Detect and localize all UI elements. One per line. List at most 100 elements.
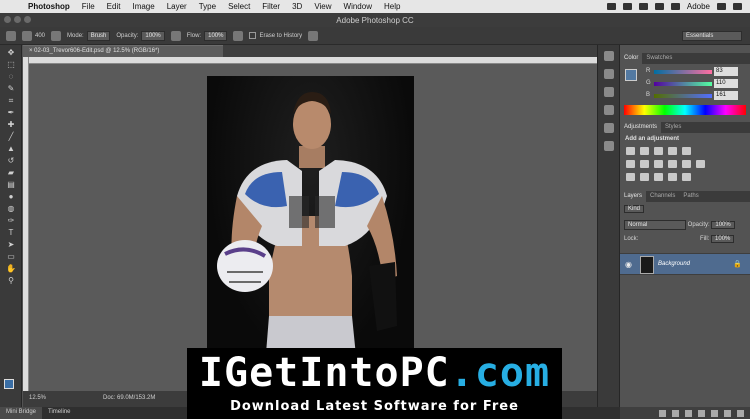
menu-view[interactable]: View: [314, 2, 331, 11]
menu-help[interactable]: Help: [384, 2, 400, 11]
threshold-icon[interactable]: [654, 173, 663, 181]
stamp-tool-icon[interactable]: ▲: [5, 144, 17, 153]
pressure-opacity-icon[interactable]: [170, 30, 181, 41]
erase-history-checkbox[interactable]: Erase to History: [249, 32, 302, 39]
menu-filter[interactable]: Filter: [262, 2, 280, 11]
screen-icon[interactable]: [606, 3, 616, 10]
battery-icon[interactable]: [670, 3, 680, 10]
layer-row-background[interactable]: ◉ Background 🔒: [620, 253, 750, 275]
brightness-icon[interactable]: [626, 147, 635, 155]
dodge-tool-icon[interactable]: ◍: [5, 204, 17, 213]
hand-tool-icon[interactable]: ✋: [5, 264, 17, 273]
link-layers-icon[interactable]: [659, 409, 666, 417]
tab-paths[interactable]: Paths: [679, 191, 702, 202]
invert-icon[interactable]: [626, 173, 635, 181]
fill-field[interactable]: 100%: [711, 235, 735, 243]
flow-field[interactable]: 100%: [204, 30, 228, 41]
posterize-icon[interactable]: [640, 173, 649, 181]
blend-mode-select[interactable]: Normal: [624, 220, 686, 230]
move-tool-icon[interactable]: ✥: [5, 48, 17, 57]
color-balance-icon[interactable]: [640, 160, 649, 168]
quick-select-tool-icon[interactable]: ✎: [5, 84, 17, 93]
wifi-icon[interactable]: [638, 3, 648, 10]
document-size[interactable]: Doc: 69.0M/153.2M: [103, 395, 155, 401]
spotlight-icon[interactable]: [717, 3, 726, 10]
adjustment-layer-icon[interactable]: [698, 409, 705, 417]
menu-type[interactable]: Type: [199, 2, 216, 11]
lasso-tool-icon[interactable]: ◌: [5, 72, 17, 81]
menu-3d[interactable]: 3D: [292, 2, 302, 11]
new-layer-icon[interactable]: [724, 409, 731, 417]
exposure-icon[interactable]: [668, 147, 677, 155]
eraser-tool-icon[interactable]: [6, 30, 16, 41]
history-icon[interactable]: [603, 51, 614, 61]
close-button[interactable]: [4, 16, 11, 23]
blue-slider[interactable]: [654, 94, 712, 98]
shape-tool-icon[interactable]: ▭: [5, 252, 17, 261]
document-canvas[interactable]: [29, 64, 597, 391]
menu-edit[interactable]: Edit: [107, 2, 121, 11]
brush-presets-icon[interactable]: [603, 123, 614, 133]
brush-size-picker[interactable]: 400: [22, 30, 45, 41]
group-folder-icon[interactable]: [711, 409, 718, 417]
football-player-photo[interactable]: [207, 76, 414, 366]
menu-image[interactable]: Image: [132, 2, 154, 11]
color-foreground-swatch[interactable]: [625, 69, 637, 81]
curves-icon[interactable]: [654, 147, 663, 155]
airbrush-icon[interactable]: [233, 30, 244, 41]
blue-value[interactable]: 161: [714, 91, 738, 100]
tab-adjustments[interactable]: Adjustments: [620, 122, 662, 133]
workspace-select[interactable]: Essentials: [682, 31, 742, 41]
red-value[interactable]: 83: [714, 67, 738, 76]
green-slider[interactable]: [654, 82, 712, 86]
tab-timeline[interactable]: Timeline: [42, 407, 76, 419]
opacity-field[interactable]: 100%: [141, 30, 165, 41]
mode-select[interactable]: Brush: [86, 30, 111, 41]
lock-icon[interactable]: 🔒: [733, 260, 742, 268]
mask-icon[interactable]: [685, 409, 692, 417]
tab-mini-bridge[interactable]: Mini Bridge: [0, 407, 43, 419]
menu-layer[interactable]: Layer: [167, 2, 187, 11]
character-icon[interactable]: [603, 141, 614, 151]
type-tool-icon[interactable]: T: [5, 228, 17, 237]
red-slider[interactable]: [654, 70, 712, 74]
eyedropper-tool-icon[interactable]: ✒: [5, 108, 17, 117]
pen-tool-icon[interactable]: ✑: [5, 216, 17, 225]
color-spectrum[interactable]: [624, 105, 746, 115]
zoom-level[interactable]: 12.5%: [29, 395, 46, 401]
healing-tool-icon[interactable]: ✚: [5, 120, 17, 129]
document-tab[interactable]: × 02-03_Trevor606-Edit.psd @ 12.5% (RGB/…: [23, 45, 223, 57]
gradient-map-icon[interactable]: [668, 173, 677, 181]
crop-tool-icon[interactable]: ⌗: [5, 96, 17, 105]
layer-opacity-field[interactable]: 100%: [711, 221, 735, 229]
channel-mixer-icon[interactable]: [682, 160, 691, 168]
volume-icon[interactable]: [654, 3, 664, 10]
actions-icon[interactable]: [603, 69, 614, 79]
brush-tool-icon[interactable]: ╱: [5, 132, 17, 141]
black-white-icon[interactable]: [654, 160, 663, 168]
zoom-button[interactable]: [24, 16, 31, 23]
tab-layers[interactable]: Layers: [620, 191, 647, 202]
blur-tool-icon[interactable]: ●: [5, 192, 17, 201]
foreground-color[interactable]: [4, 379, 14, 389]
gradient-tool-icon[interactable]: ▤: [5, 180, 17, 189]
color-swatches[interactable]: [4, 379, 19, 394]
levels-icon[interactable]: [640, 147, 649, 155]
marquee-tool-icon[interactable]: ⬚: [5, 60, 17, 69]
properties-icon[interactable]: [603, 87, 614, 97]
visibility-eye-icon[interactable]: ◉: [625, 260, 632, 269]
menubar-user[interactable]: Adobe: [687, 2, 710, 11]
info-icon[interactable]: [603, 105, 614, 115]
pressure-size-icon[interactable]: [308, 30, 319, 41]
bluetooth-icon[interactable]: [622, 3, 632, 10]
minimize-button[interactable]: [14, 16, 21, 23]
history-brush-tool-icon[interactable]: ↺: [5, 156, 17, 165]
green-value[interactable]: 110: [714, 79, 738, 88]
photo-filter-icon[interactable]: [668, 160, 677, 168]
brush-panel-icon[interactable]: [51, 30, 62, 41]
layer-kind-filter[interactable]: Kind: [624, 205, 645, 213]
menu-window[interactable]: Window: [344, 2, 372, 11]
vibrance-icon[interactable]: [682, 147, 691, 155]
path-select-tool-icon[interactable]: ➤: [5, 240, 17, 249]
tab-channels[interactable]: Channels: [646, 191, 679, 202]
